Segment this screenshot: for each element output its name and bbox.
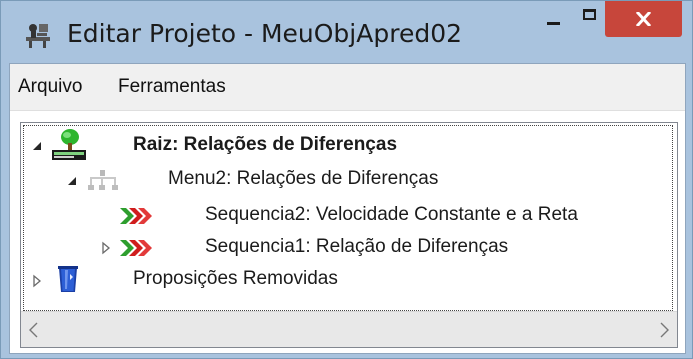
close-icon: [636, 12, 651, 26]
tree-node-root[interactable]: Raiz: Relações de Diferenças: [24, 129, 664, 160]
menu-bar: Arquivo Ferramentas: [10, 64, 685, 111]
tree-node-sequence[interactable]: Sequencia2: Velocidade Constante e a Ret…: [24, 200, 669, 230]
tree-node-removed-label: Proposições Removidas: [133, 268, 338, 289]
menu-node-icon: [88, 170, 118, 190]
tree-node-menu-label: Menu2: Relações de Diferenças: [168, 168, 439, 189]
tree-focus-rect: Raiz: Relações de Diferenças Menu2: Rela…: [23, 125, 673, 311]
expanded-triangle-icon[interactable]: [30, 139, 44, 153]
scroll-right-icon[interactable]: [657, 321, 671, 339]
editar-projeto-window: Editar Projeto - MeuObjApred02 Arquivo F…: [0, 0, 693, 359]
collapsed-triangle-icon[interactable]: [30, 274, 44, 288]
menu-ferramentas[interactable]: Ferramentas: [118, 76, 226, 98]
recycle-bin-icon: [58, 266, 78, 292]
maximize-button[interactable]: [575, 1, 605, 37]
project-tree[interactable]: Raiz: Relações de Diferenças Menu2: Rela…: [20, 122, 678, 348]
close-button[interactable]: [605, 1, 682, 37]
tree-node-root-label: Raiz: Relações de Diferenças: [133, 134, 398, 155]
title-bar[interactable]: Editar Projeto - MeuObjApred02: [1, 1, 692, 63]
client-area: Arquivo Ferramentas Raiz: Relações de Di…: [9, 63, 686, 354]
sequence-arrows-icon: [120, 208, 152, 224]
tree-node-sequence-label: Sequencia1: Relação de Diferenças: [205, 236, 509, 257]
tree-node-menu[interactable]: Menu2: Relações de Diferenças: [24, 164, 664, 194]
horizontal-scrollbar[interactable]: [21, 311, 677, 347]
menu-arquivo[interactable]: Arquivo: [18, 76, 82, 98]
tree-node-sequence-label: Sequencia2: Velocidade Constante e a Ret…: [205, 204, 578, 225]
minimize-icon: [547, 22, 560, 25]
collapsed-triangle-icon[interactable]: [99, 241, 113, 255]
minimize-button[interactable]: [531, 1, 575, 37]
app-icon: [26, 24, 50, 48]
sequence-arrows-icon: [120, 240, 152, 256]
window-title: Editar Projeto - MeuObjApred02: [67, 19, 463, 48]
expanded-triangle-icon[interactable]: [65, 174, 79, 188]
maximize-icon: [583, 9, 596, 20]
scroll-left-icon[interactable]: [27, 321, 41, 339]
tree-root-icon: [52, 129, 86, 160]
tree-node-removed[interactable]: Proposições Removidas: [24, 264, 664, 294]
tree-node-sequence[interactable]: Sequencia1: Relação de Diferenças: [24, 232, 664, 262]
